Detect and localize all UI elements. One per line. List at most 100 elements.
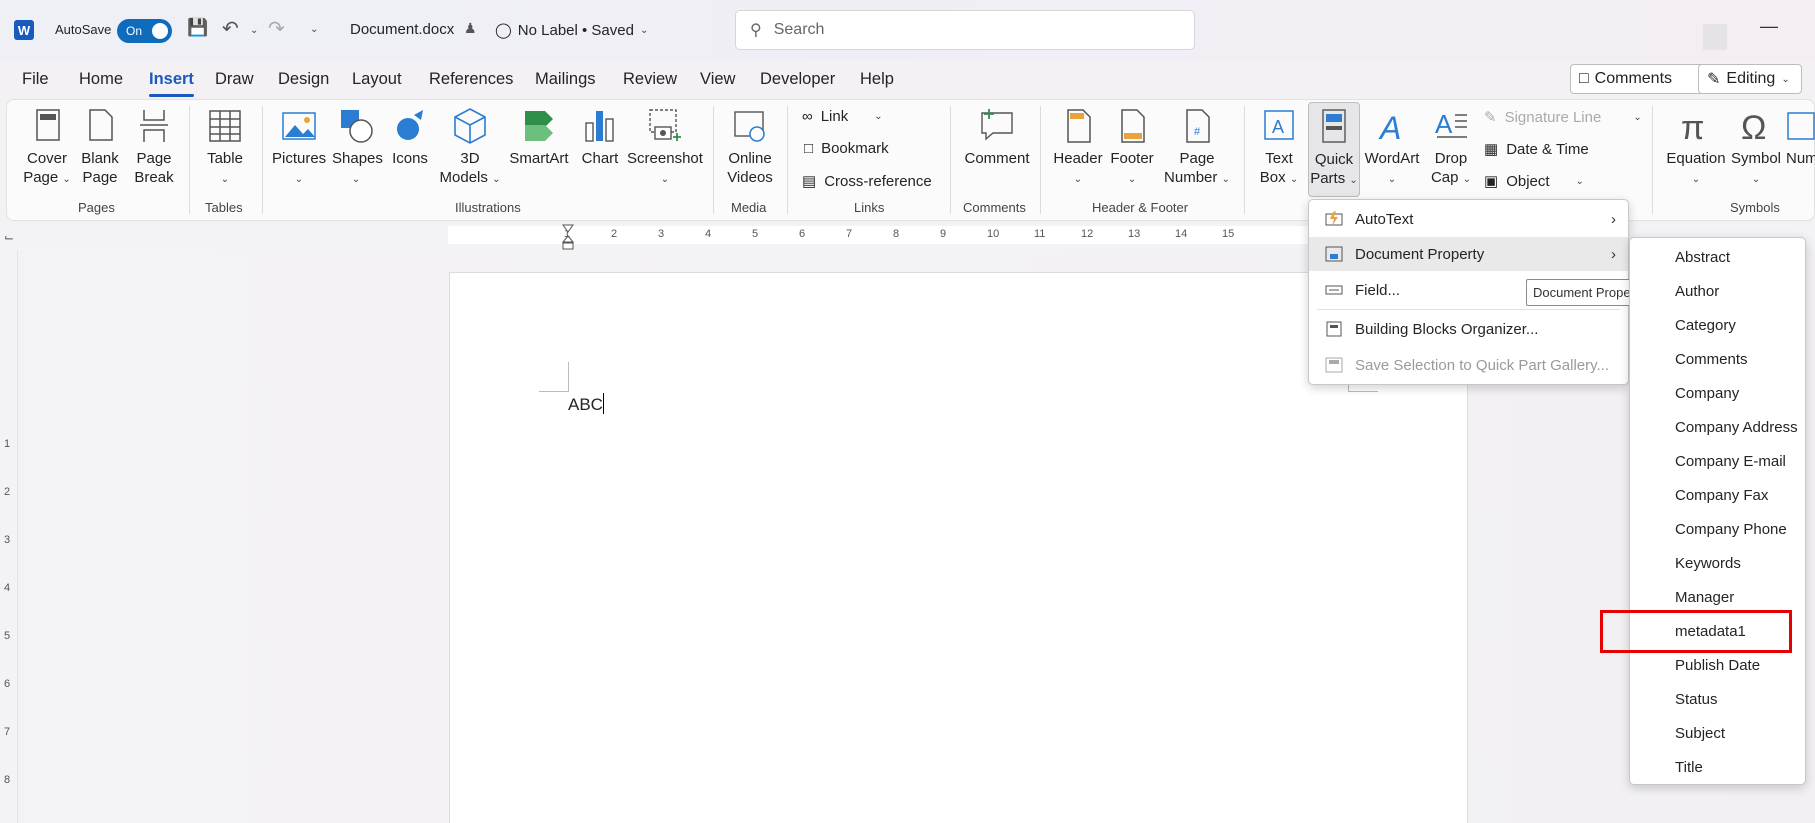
docprop-item-title[interactable]: Title — [1675, 759, 1703, 776]
shapes-button[interactable]: Shapes ⌄ — [332, 107, 383, 189]
cross-reference-icon: ▤ — [802, 173, 817, 190]
text-box-button[interactable]: A Text Box ⌄ — [1254, 107, 1304, 189]
shield-icon: ◯ — [495, 22, 512, 39]
icons-label: Icons — [392, 150, 428, 167]
page-number-button[interactable]: # Page Number ⌄ — [1164, 107, 1230, 189]
autosave-toggle[interactable]: On — [117, 19, 172, 43]
search-icon: ⚲ — [750, 22, 762, 39]
menu-item-building-blocks-organizer[interactable]: Building Blocks Organizer... — [1309, 312, 1628, 346]
cover-label: Cover — [26, 150, 67, 167]
horizontal-ruler[interactable]: 1 2 3 4 5 6 7 8 9 10 11 12 13 14 15 — [448, 226, 1318, 244]
group-pages: Pages — [78, 200, 115, 215]
menu-item-save-selection[interactable]: Save Selection to Quick Part Gallery... — [1309, 348, 1628, 382]
docprop-item-status[interactable]: Status — [1675, 691, 1718, 708]
comment-button[interactable]: Comment — [962, 107, 1032, 168]
avatar[interactable] — [1703, 24, 1727, 50]
menu-item-autotext[interactable]: AutoText › — [1309, 202, 1628, 236]
wordart-button[interactable]: A WordArt ⌄ — [1363, 107, 1421, 189]
vertical-ruler[interactable]: 123456789 — [0, 250, 18, 823]
header-button[interactable]: Header ⌄ — [1050, 107, 1106, 189]
document-text[interactable]: ABC — [568, 393, 604, 415]
cross-reference-button[interactable]: ▤ Cross-reference — [802, 172, 932, 191]
number-button[interactable]: Num — [1786, 107, 1815, 168]
search-box[interactable]: ⚲ Search — [735, 10, 1195, 50]
undo-dropdown-icon[interactable]: ⌄ — [250, 25, 258, 36]
table-button[interactable]: Table ⌄ — [200, 107, 250, 189]
tab-references[interactable]: References — [429, 70, 513, 89]
sensitivity-text: No Label • Saved — [517, 21, 634, 39]
page-break-button[interactable]: Page Break — [132, 107, 176, 187]
number-label: Num — [1786, 150, 1815, 167]
smartart-button[interactable]: SmartArt — [508, 107, 570, 168]
docprop-item-publish-date[interactable]: Publish Date — [1675, 657, 1760, 674]
tab-selector-icon[interactable]: ⌙ — [4, 230, 14, 244]
vruler-number: 2 — [4, 486, 11, 498]
tab-layout[interactable]: Layout — [352, 70, 402, 89]
docprop-item-company-address[interactable]: Company Address — [1675, 419, 1798, 436]
chart-button[interactable]: Chart — [578, 107, 622, 168]
ribbon-tabs: File Home Insert Draw Design Layout Refe… — [0, 62, 1815, 98]
symbol-button[interactable]: Ω Symbol ⌄ — [1730, 107, 1782, 189]
docprop-item-comments[interactable]: Comments — [1675, 351, 1748, 368]
object-icon: ▣ — [1484, 173, 1499, 190]
chevron-down-icon: ⌄ — [1633, 111, 1642, 123]
tab-file[interactable]: File — [22, 70, 49, 89]
save-selection-label: Save Selection to Quick Part Gallery... — [1355, 356, 1609, 374]
object-button[interactable]: ▣ Object ⌄ — [1484, 172, 1584, 191]
quick-parts-icon — [1322, 109, 1346, 143]
bookmark-button[interactable]: □ Bookmark — [804, 140, 889, 157]
dropcap-label: Drop — [1434, 150, 1468, 167]
tab-design[interactable]: Design — [278, 70, 329, 89]
docprop-item-author[interactable]: Author — [1675, 283, 1719, 300]
editing-button[interactable]: ✎ Editing ⌄ — [1698, 64, 1802, 94]
3d-models-button[interactable]: 3D Models ⌄ — [437, 107, 503, 189]
indent-marker-icon[interactable] — [561, 224, 575, 250]
textbox-label2: Box — [1259, 169, 1286, 186]
signature-line-button[interactable]: ✎ Signature Line ⌄ — [1484, 108, 1642, 127]
ruler-number: 6 — [799, 228, 806, 240]
icons-button[interactable]: Icons — [388, 107, 432, 168]
screenshot-button[interactable]: Screenshot ⌄ — [626, 107, 704, 189]
tab-help[interactable]: Help — [860, 70, 894, 89]
docprop-item-company-fax[interactable]: Company Fax — [1675, 487, 1768, 504]
docprop-item-company[interactable]: Company — [1675, 385, 1739, 402]
tab-developer[interactable]: Developer — [760, 70, 835, 89]
text-box-icon: A — [1264, 110, 1294, 140]
docprop-item-category[interactable]: Category — [1675, 317, 1736, 334]
drop-cap-button[interactable]: A Drop Cap ⌄ — [1426, 107, 1476, 189]
docprop-item-manager[interactable]: Manager — [1675, 589, 1734, 606]
blank-page-button[interactable]: Blank Page — [78, 107, 122, 187]
online-videos-button[interactable]: Online Videos — [722, 107, 778, 187]
tab-home[interactable]: Home — [79, 70, 123, 89]
minimize-icon[interactable]: — — [1760, 16, 1778, 37]
quick-parts-button[interactable]: Quick Parts ⌄ — [1308, 102, 1360, 197]
comments-button[interactable]: □ Comments — [1570, 64, 1718, 94]
tab-review[interactable]: Review — [623, 70, 677, 89]
customize-toolbar-icon[interactable]: ⌄ — [310, 24, 318, 35]
redo-icon[interactable]: ↷ — [268, 16, 285, 41]
icons-icon — [397, 110, 423, 140]
footer-button[interactable]: Footer ⌄ — [1107, 107, 1157, 189]
number-icon — [1787, 112, 1815, 140]
docprop-item-abstract[interactable]: Abstract — [1675, 249, 1730, 266]
document-name[interactable]: Document.docx — [350, 21, 454, 38]
docprop-item-company-phone[interactable]: Company Phone — [1675, 521, 1787, 538]
undo-icon[interactable]: ↶ — [222, 16, 239, 41]
tab-insert[interactable]: Insert — [149, 70, 194, 97]
quickparts-label: Quick — [1314, 151, 1354, 168]
cover-page-button[interactable]: Cover Page ⌄ — [22, 107, 72, 189]
save-icon[interactable]: 💾 — [187, 18, 208, 38]
tab-mailings[interactable]: Mailings — [535, 70, 596, 89]
pictures-button[interactable]: Pictures ⌄ — [272, 107, 326, 189]
sensitivity-label[interactable]: ◯ No Label • Saved ⌄ — [495, 21, 648, 40]
date-time-button[interactable]: ▦ Date & Time — [1484, 140, 1589, 159]
menu-item-document-property[interactable]: Document Property › — [1309, 237, 1628, 271]
link-button[interactable]: ∞ Link ⌄ — [802, 108, 883, 125]
docprop-item-company-email[interactable]: Company E-mail — [1675, 453, 1786, 470]
docprop-item-subject[interactable]: Subject — [1675, 725, 1725, 742]
margin-corner-mark — [539, 362, 569, 392]
tab-view[interactable]: View — [700, 70, 735, 89]
equation-button[interactable]: π Equation ⌄ — [1662, 107, 1730, 189]
docprop-item-keywords[interactable]: Keywords — [1675, 555, 1741, 572]
tab-draw[interactable]: Draw — [215, 70, 254, 89]
